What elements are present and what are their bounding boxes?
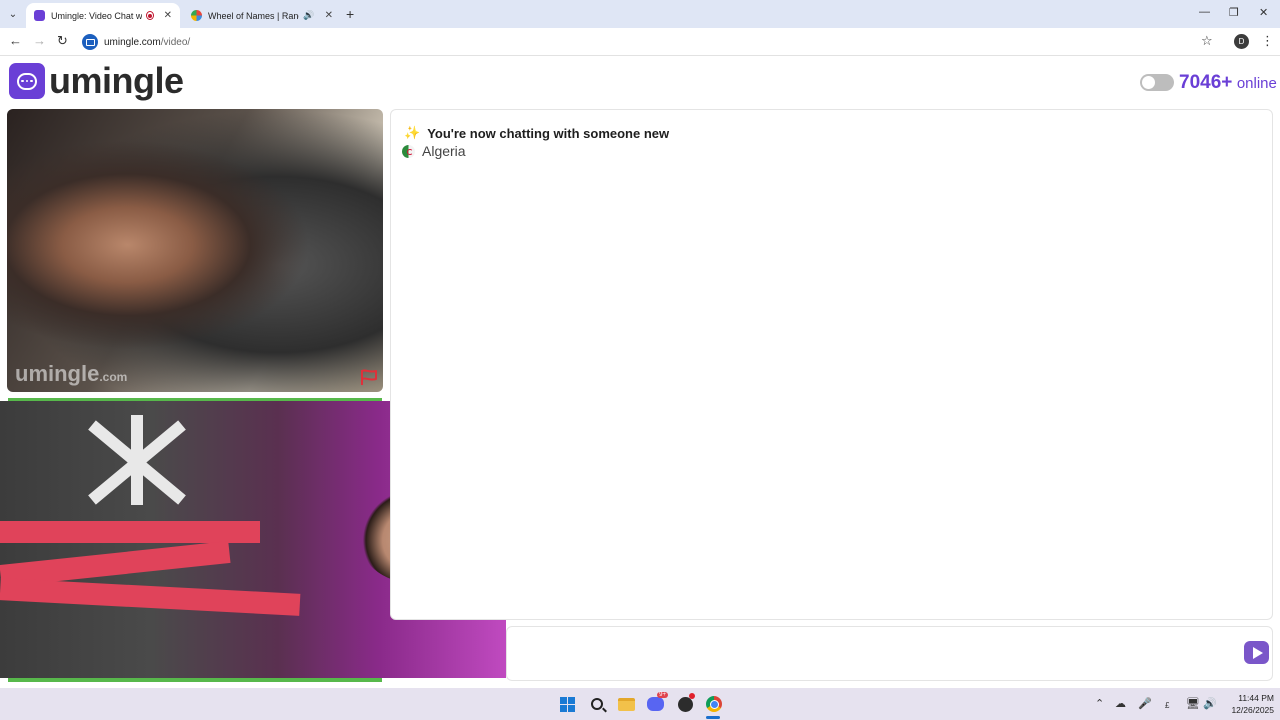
volume-icon[interactable]: 🔊 <box>1203 697 1217 710</box>
message-input[interactable] <box>506 626 1273 681</box>
recording-icon <box>145 11 154 20</box>
search-icon[interactable] <box>588 695 606 713</box>
chrome-icon[interactable] <box>705 695 723 713</box>
system-clock[interactable]: 11:44 PM 12/26/2025 <box>1222 692 1274 716</box>
online-label: online <box>1236 75 1277 92</box>
online-count: 7046+ <box>1179 72 1233 93</box>
audio-playing-icon[interactable]: 🔊 <box>303 10 314 21</box>
address-bar[interactable]: umingle.com/video/ <box>82 31 1226 53</box>
browser-tab-strip: ⌄ Umingle: Video Chat with S ✕ Wheel of … <box>0 0 1280 28</box>
shirt-stripe <box>0 578 301 616</box>
tab-title: Umingle: Video Chat with S <box>51 10 142 21</box>
stranger-country: Algeria <box>402 143 466 159</box>
umingle-favicon-icon <box>34 10 45 21</box>
forward-icon[interactable]: → <box>33 33 46 48</box>
site-info-icon[interactable] <box>82 34 98 50</box>
flag-icon[interactable] <box>359 368 379 386</box>
microphone-icon[interactable]: 🎤 <box>1138 697 1152 710</box>
stranger-video: umingle.com <box>7 109 383 392</box>
cloud-icon[interactable]: ☁ <box>1115 697 1126 710</box>
bookmark-star-icon[interactable]: ☆ <box>1201 33 1213 49</box>
chat-panel: ✨ You're now chatting with someone new A… <box>390 109 1273 620</box>
back-icon[interactable]: ← <box>9 33 22 48</box>
umingle-watermark: umingle.com <box>15 361 128 386</box>
tab-title: Wheel of Names | Random <box>208 10 299 21</box>
url-text: umingle.com/video/ <box>104 36 191 48</box>
discord-icon[interactable]: 9+ <box>646 692 668 713</box>
restore-icon[interactable]: ❐ <box>1229 6 1239 19</box>
chat-status-line: ✨ You're now chatting with someone new <box>404 125 669 141</box>
live-dot-icon <box>689 693 695 699</box>
algeria-flag-icon <box>402 144 415 158</box>
file-explorer-icon[interactable] <box>617 695 635 713</box>
minimize-icon[interactable]: — <box>1199 6 1210 18</box>
tab-search-button[interactable]: ⌄ <box>4 5 22 23</box>
tab-wheel-of-names[interactable]: Wheel of Names | Random 🔊 ✕ <box>183 3 341 28</box>
show-hidden-icons-icon[interactable]: ⌃ <box>1095 697 1104 710</box>
language-icon[interactable]: £ <box>1165 701 1169 710</box>
close-tab-icon[interactable]: ✕ <box>164 10 172 21</box>
close-window-icon[interactable]: ✕ <box>1259 6 1268 19</box>
sparkles-icon: ✨ <box>404 125 421 140</box>
new-tab-button[interactable]: + <box>346 6 354 22</box>
close-tab-icon[interactable]: ✕ <box>325 10 333 21</box>
shirt-stripe <box>0 521 260 543</box>
umingle-logo-icon[interactable] <box>9 63 45 99</box>
chat-status-message: You're now chatting with someone new <box>427 125 670 141</box>
active-app-indicator <box>706 716 720 719</box>
theme-toggle[interactable] <box>1140 74 1174 91</box>
clock-date: 12/26/2025 <box>1231 705 1274 715</box>
clock-time: 11:44 PM <box>1238 693 1274 703</box>
browser-toolbar: ← → ↻ umingle.com/video/ ☆ D ⋮ <box>0 28 1280 56</box>
country-name: Algeria <box>422 143 466 159</box>
send-button[interactable] <box>1244 641 1269 664</box>
obs-icon[interactable] <box>676 693 695 713</box>
anchor-graphic-icon <box>88 415 186 505</box>
profile-avatar[interactable]: D <box>1234 34 1249 49</box>
windows-start-icon[interactable] <box>558 695 576 713</box>
network-icon[interactable]: 🖥 <box>1186 697 1200 710</box>
browser-menu-icon[interactable]: ⋮ <box>1261 33 1274 49</box>
self-video-border <box>8 678 382 682</box>
wheel-favicon-icon <box>191 10 202 21</box>
site-logo-text[interactable]: umingle <box>49 60 184 102</box>
tab-umingle[interactable]: Umingle: Video Chat with S ✕ <box>26 3 180 28</box>
discord-badge: 9+ <box>657 692 668 698</box>
reload-icon[interactable]: ↻ <box>57 33 68 49</box>
windows-taskbar <box>0 688 1280 720</box>
online-counter: 7046+ online <box>1179 72 1277 94</box>
